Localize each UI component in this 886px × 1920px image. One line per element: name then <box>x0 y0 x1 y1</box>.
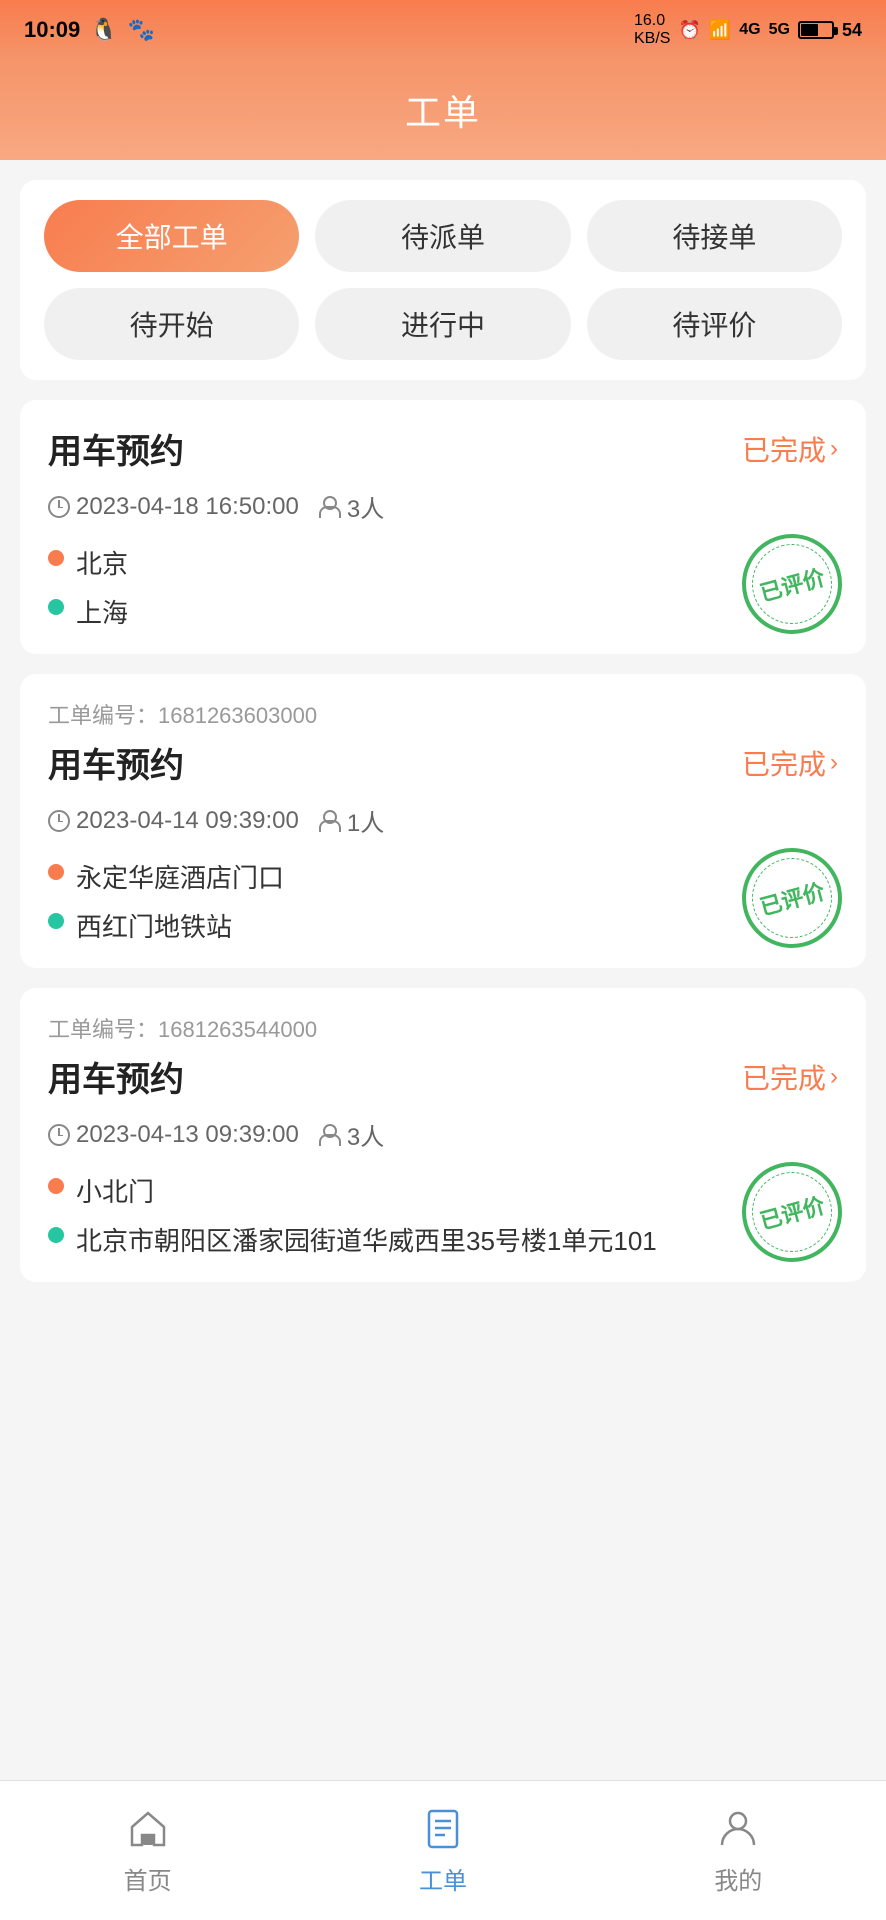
status-time: 10:09 <box>24 17 80 43</box>
to-dot-1 <box>48 599 64 615</box>
order-to-1: 上海 <box>48 593 838 630</box>
status-left: 10:09 🐧 🐾 <box>24 17 155 43</box>
order-meta-3: 2023-04-13 09:39:00 3人 <box>48 1117 838 1152</box>
page-header: 工单 <box>0 60 886 160</box>
nav-orders[interactable]: 工单 <box>419 1805 467 1896</box>
order-from-3: 小北门 <box>48 1172 838 1209</box>
orders-list: 用车预约 已完成 › 2023-04-18 16:50:00 3人 北京 <box>0 400 886 1442</box>
order-header-3: 用车预约 已完成 › <box>48 1052 838 1101</box>
order-datetime-3: 2023-04-13 09:39:00 <box>48 1121 299 1149</box>
order-from-2: 永定华庭酒店门口 <box>48 858 838 895</box>
order-card-1[interactable]: 用车预约 已完成 › 2023-04-18 16:50:00 3人 北京 <box>20 400 866 654</box>
battery-level: 54 <box>842 20 862 41</box>
nav-profile[interactable]: 我的 <box>714 1805 762 1896</box>
nav-profile-label: 我的 <box>714 1861 762 1896</box>
person-icon-1 <box>319 496 341 518</box>
to-dot-3 <box>48 1227 64 1243</box>
chevron-icon-1: › <box>830 435 838 463</box>
order-datetime-2: 2023-04-14 09:39:00 <box>48 807 299 835</box>
wifi-icon: 📶 <box>709 20 731 41</box>
person-icon-2 <box>319 810 341 832</box>
order-persons-2: 1人 <box>319 803 384 838</box>
filter-all[interactable]: 全部工单 <box>44 200 299 272</box>
filter-card: 全部工单 待派单 待接单 待开始 进行中 待评价 <box>20 180 866 380</box>
order-type-2: 用车预约 <box>48 738 184 787</box>
clock-icon-2 <box>48 810 70 832</box>
clock-icon-3 <box>48 1124 70 1146</box>
order-status-1: 已完成 › <box>742 429 838 469</box>
order-meta-1: 2023-04-18 16:50:00 3人 <box>48 489 838 524</box>
paw-icon: 🐾 <box>128 17 155 43</box>
filter-pending-accept[interactable]: 待接单 <box>587 200 842 272</box>
person-icon-3 <box>319 1124 341 1146</box>
order-header-1: 用车预约 已完成 › <box>48 424 838 473</box>
order-type-1: 用车预约 <box>48 424 184 473</box>
order-from-1: 北京 <box>48 544 838 581</box>
nav-home-label: 首页 <box>124 1861 172 1896</box>
order-locations-1: 北京 上海 <box>48 544 838 630</box>
order-header-2: 用车预约 已完成 › <box>48 738 838 787</box>
profile-icon <box>714 1805 762 1853</box>
order-card-3[interactable]: 工单编号：1681263544000 用车预约 已完成 › 2023-04-13… <box>20 988 866 1282</box>
order-status-2: 已完成 › <box>742 743 838 783</box>
order-meta-2: 2023-04-14 09:39:00 1人 <box>48 803 838 838</box>
from-dot-2 <box>48 864 64 880</box>
status-bar: 10:09 🐧 🐾 16.0KB/S ⏰ 📶 4G 5G 54 <box>0 0 886 60</box>
order-number-3: 工单编号：1681263544000 <box>48 1012 838 1044</box>
page-title: 工单 <box>405 84 481 136</box>
order-number-2: 工单编号：1681263603000 <box>48 698 838 730</box>
signal-5g-icon: 5G <box>769 21 790 39</box>
nav-orders-label: 工单 <box>419 1861 467 1896</box>
battery-icon <box>798 21 834 39</box>
order-status-3: 已完成 › <box>742 1057 838 1097</box>
order-type-3: 用车预约 <box>48 1052 184 1101</box>
order-datetime-1: 2023-04-18 16:50:00 <box>48 493 299 521</box>
clock-icon-1 <box>48 496 70 518</box>
filter-in-progress[interactable]: 进行中 <box>315 288 570 360</box>
bottom-nav: 首页 工单 我的 <box>0 1780 886 1920</box>
chevron-icon-3: › <box>830 1063 838 1091</box>
nav-home[interactable]: 首页 <box>124 1805 172 1896</box>
from-dot-1 <box>48 550 64 566</box>
order-persons-3: 3人 <box>319 1117 384 1152</box>
from-dot-3 <box>48 1178 64 1194</box>
orders-icon <box>419 1805 467 1853</box>
order-locations-2: 永定华庭酒店门口 西红门地铁站 <box>48 858 838 944</box>
home-icon <box>124 1805 172 1853</box>
to-dot-2 <box>48 913 64 929</box>
wechat-icon: 🐧 <box>90 17 117 43</box>
filter-pending-dispatch[interactable]: 待派单 <box>315 200 570 272</box>
order-to-2: 西红门地铁站 <box>48 907 838 944</box>
filter-pending-review[interactable]: 待评价 <box>587 288 842 360</box>
network-speed: 16.0KB/S <box>634 12 670 48</box>
chevron-icon-2: › <box>830 749 838 777</box>
order-locations-3: 小北门 北京市朝阳区潘家园街道华威西里35号楼1单元101 <box>48 1172 838 1258</box>
status-right: 16.0KB/S ⏰ 📶 4G 5G 54 <box>634 12 862 48</box>
signal-4g-icon: 4G <box>739 21 760 39</box>
filter-pending-start[interactable]: 待开始 <box>44 288 299 360</box>
order-card-2[interactable]: 工单编号：1681263603000 用车预约 已完成 › 2023-04-14… <box>20 674 866 968</box>
order-to-3: 北京市朝阳区潘家园街道华威西里35号楼1单元101 <box>48 1221 838 1258</box>
alarm-icon: ⏰ <box>678 20 700 41</box>
order-persons-1: 3人 <box>319 489 384 524</box>
